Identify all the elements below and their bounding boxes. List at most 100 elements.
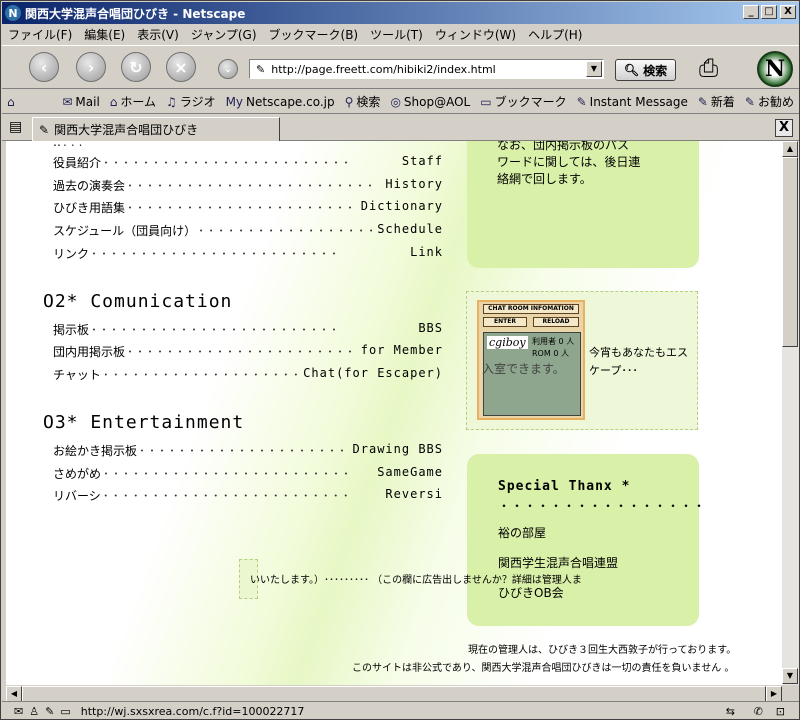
stop-button[interactable]: × (166, 52, 196, 82)
menu-bookmarks[interactable]: ブックマーク(B) (263, 26, 365, 43)
recommend-link[interactable]: ✎ お勧め (740, 93, 799, 110)
notice-box: なお、団内掲示板のパス ワードに関しては、後日連 絡網で回します。 (467, 141, 699, 268)
scroll-left-arrow[interactable]: ◀ (6, 686, 22, 702)
ad-text: いいたします。）･････････ （この欄に広告出しませんか？詳細は管理人ま (250, 575, 582, 586)
menu-help[interactable]: ヘルプ(H) (522, 26, 588, 43)
new-tab-icon[interactable]: ▤ (9, 119, 22, 135)
menu-go[interactable]: ジャンプ(G) (185, 26, 263, 43)
footer-admin-text: 現在の管理人は、ひびき３回生大西敦子が行っております。 (468, 645, 737, 656)
composer-icon[interactable]: ✎ (45, 705, 54, 718)
new-link[interactable]: ✎ 新着 (693, 93, 740, 110)
chat-status-text: 入室できます。 (482, 362, 565, 376)
scroll-thumb[interactable] (782, 157, 798, 347)
bookmarks-link[interactable]: ▭ ブックマーク (475, 93, 571, 110)
nav-item-link[interactable]: リンク ･････････････････････････ Link (53, 245, 443, 262)
radio-link[interactable]: ♫ ラジオ (161, 93, 221, 110)
menu-tools[interactable]: ツール(T) (364, 26, 429, 43)
stop-icon: × (174, 57, 188, 77)
close-button[interactable]: X (780, 5, 796, 19)
search-icon: ⚲ (344, 94, 354, 109)
nav-item-cut[interactable]: ‥... (53, 141, 443, 149)
vertical-scrollbar[interactable]: ▲ ▼ (782, 141, 799, 685)
menu-window[interactable]: ウィンドウ(W) (429, 26, 522, 43)
chat-room-panel: CHAT ROOM INFOMATION ENTER RELOAD cgiboy… (466, 291, 698, 430)
special-thanks-box: Special Thanx * ・・・・・・・・・・・・・・・・ 裕の部屋 関西… (467, 454, 705, 626)
menu-view[interactable]: 表示(V) (131, 26, 185, 43)
personal-toolbar: ⌂ ✉ Mail ⌂ ホーム ♫ ラジオ My Netscape.co.jp ⚲ 検索 ◎… (2, 90, 799, 114)
chat-caption-line: ケープ･･･ (589, 364, 638, 377)
back-button[interactable]: ‹ (29, 52, 59, 82)
horizontal-scrollbar[interactable]: ◀ ▶ (6, 685, 782, 702)
mail-link[interactable]: ✉ Mail (57, 95, 104, 109)
chat-widget-title: CHAT ROOM INFOMATION (483, 304, 579, 314)
mail-icon[interactable]: ✉ (14, 705, 23, 718)
nav-item-staff[interactable]: 役員紹介 ･････････････････････････ Staff (53, 154, 443, 171)
navigation-toolbar: ‹ › ↻ × ⌄ ✎ http://page.freett.com/hibik… (2, 45, 799, 89)
close-tab-button[interactable]: X (775, 119, 793, 137)
netscape-logo[interactable]: N (757, 51, 793, 87)
scroll-down-arrow[interactable]: ▼ (782, 668, 798, 684)
headphones-icon: ♫ (166, 94, 177, 109)
nav-item-member-bbs[interactable]: 団内用掲示板 ･････････････････････････ for Membe… (53, 343, 443, 360)
menu-file[interactable]: ファイル(F) (2, 26, 78, 43)
search-link[interactable]: ⚲ 検索 (340, 93, 386, 110)
link-icon: ✎ (697, 94, 708, 109)
scroll-right-arrow[interactable]: ▶ (766, 686, 782, 702)
maximize-button[interactable]: □ (761, 5, 777, 19)
page-icon: ✎ (256, 62, 266, 76)
status-bar: ✉ ♙ ✎ ▭ http://wj.sxsxrea.com/c.f?id=100… (2, 701, 799, 720)
user-icon[interactable]: ♙ (29, 705, 39, 718)
reload-icon: ↻ (129, 57, 143, 77)
chat-reload-button[interactable]: RELOAD (533, 317, 579, 327)
thanks-item[interactable]: ひびきOB会 (498, 584, 564, 601)
minimize-button[interactable]: _ (743, 5, 759, 19)
url-text: http://page.freett.com/hibiki2/index.htm… (271, 62, 496, 76)
url-input[interactable]: ✎ http://page.freett.com/hibiki2/index.h… (249, 59, 604, 79)
cgiboy-logo: cgiboy (487, 336, 528, 349)
thanks-item[interactable]: 関西学生混声合唱連盟 (498, 554, 618, 571)
address-book-icon[interactable]: ▭ (60, 705, 70, 718)
menu-bar: ファイル(F) 編集(E) 表示(V) ジャンプ(G) ブックマーク(B) ツー… (2, 24, 799, 44)
forward-arrow-icon: › (87, 57, 95, 77)
url-dropdown-button[interactable]: ▼ (586, 61, 602, 77)
footer-disclaimer-text: このサイトは非公式であり、関西大学混声合唱団ひびきは一切の責任を負いません 。 (352, 663, 735, 674)
chat-enter-button[interactable]: ENTER (483, 317, 527, 327)
house-icon: ⌂ (109, 94, 118, 109)
search-button[interactable]: 🔍︎ 検索 (615, 59, 676, 81)
instant-message-link[interactable]: ✎ Instant Message (572, 95, 693, 109)
forward-button[interactable]: › (76, 52, 106, 82)
netscape-icon: N (5, 5, 21, 21)
title-bar[interactable]: N 関西大学混声合唱団ひびき - Netscape _ □ X (2, 2, 799, 24)
netscape-jp-link[interactable]: My Netscape.co.jp (221, 95, 340, 109)
nav-item-drawing-bbs[interactable]: お絵かき掲示板･････････････････････････Drawing … (53, 442, 443, 459)
thanks-item[interactable]: 裕の部屋 (498, 524, 546, 541)
menu-edit[interactable]: 編集(E) (78, 26, 131, 43)
magnifier-icon: 🔍︎ (623, 63, 640, 77)
nav-item-schedule[interactable]: スケジュール（団員向け）･････････････････････････Sch… (53, 222, 443, 239)
nav-item-samegame[interactable]: さめがめ ･････････････････････････ SameGame (53, 465, 443, 482)
thanks-dots: ・・・・・・・・・・・・・・・・ (498, 499, 707, 513)
status-url: http://wj.sxsxrea.com/c.f?id=100022717 (80, 704, 305, 718)
nav-item-history[interactable]: 過去の演奏会 ･････････････････････････ History (53, 177, 443, 194)
browser-window: N 関西大学混声合唱団ひびき - Netscape _ □ X ファイル(F) … (0, 0, 800, 720)
nav-item-chat[interactable]: チャット･････････････････････････Chat(for Es… (53, 366, 443, 383)
chat-users-label: 利用者 0 人 (532, 337, 575, 346)
home-tab-icon[interactable]: ⌂ (2, 95, 57, 109)
window-title: 関西大学混声合唱団ひびき - Netscape (25, 6, 246, 21)
scroll-up-arrow[interactable]: ▲ (782, 141, 798, 157)
reload-button[interactable]: ↻ (121, 52, 151, 82)
chat-caption-line: 今宵もあなたもエス (589, 346, 688, 359)
home-link[interactable]: ⌂ ホーム (105, 93, 161, 110)
shop-link[interactable]: ◎ Shop@AOL (385, 95, 475, 109)
print-icon[interactable]: ⎙ (699, 54, 718, 82)
url-history-button[interactable]: ⌄ (218, 59, 238, 79)
page-icon: ✎ (39, 122, 50, 137)
nav-item-reversi[interactable]: リバーシ ･････････････････････････ Reversi (53, 487, 443, 504)
nav-item-dictionary[interactable]: ひびき用語集 ･････････････････････････ Dictionar… (53, 199, 443, 216)
horizontal-scroll-thumb[interactable] (22, 686, 766, 702)
tab-bar: ▤ ✎ 関西大学混声合唱団ひびき X (2, 115, 799, 141)
notice-line: 絡網で回します。 (497, 172, 592, 186)
section-heading-communication: O2* Comunication (43, 291, 233, 312)
tab-active[interactable]: ✎ 関西大学混声合唱団ひびき (32, 117, 280, 141)
nav-item-bbs[interactable]: 掲示板 ･････････････････････････ BBS (53, 321, 443, 338)
